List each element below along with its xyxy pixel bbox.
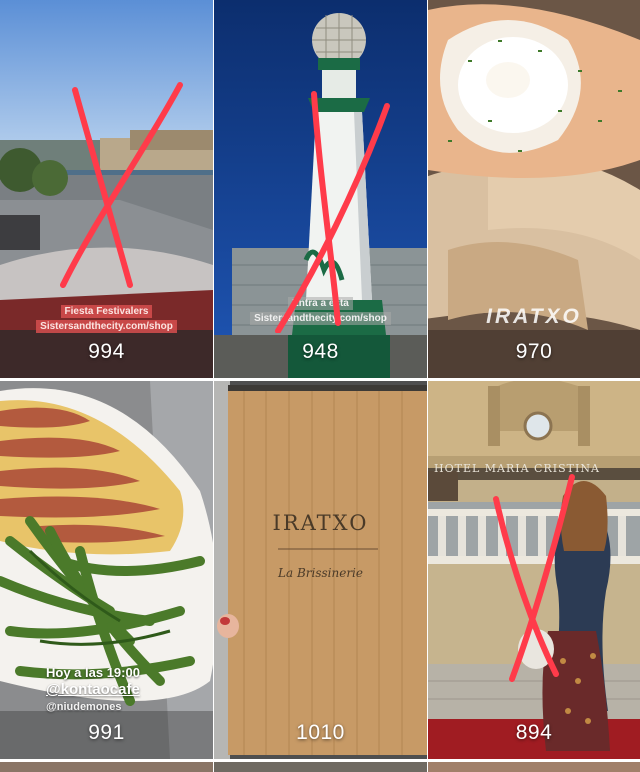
story-mention: @niudemones [46,701,122,713]
view-count: 1010 [296,721,345,744]
hotel-sign: HOTEL MARIA CRISTINA [434,462,600,475]
caption-line: Entra a esta [288,297,353,310]
story-tile-8[interactable] [214,762,427,772]
story-watermark: IRATXO [486,305,582,328]
story-caption-2: Entra a esta Sistersandthecity.com/shop [214,296,427,326]
story-mention: @kontaocafe [46,681,140,698]
view-count: 948 [302,340,339,363]
story-tile-9[interactable] [428,762,640,772]
caption-line: Fiesta Festivalers [60,305,153,318]
story-tile-2[interactable]: Entra a esta Sistersandthecity.com/shop … [214,0,427,378]
story-text-line: Hoy a las 19:00 [46,665,140,680]
story-tile-5[interactable]: IRATXO La Brissinerie 1010 [214,381,427,759]
story-tile-6[interactable]: HOTEL MARIA CRISTINA 894 [428,381,640,759]
view-count: 894 [515,721,553,744]
story-tile-4[interactable]: Hoy a las 19:00 @kontaocafe @niudemones … [0,381,213,759]
view-count: 991 [88,721,125,744]
view-count: 994 [88,340,125,363]
caption-line: Sistersandthecity.com/shop [36,320,177,333]
story-tile-7[interactable] [0,762,213,772]
view-count: 970 [515,340,553,363]
caption-line: Sistersandthecity.com/shop [250,312,391,325]
story-caption-1: Fiesta Festivalers Sistersandthecity.com… [0,304,213,334]
story-thumbnail-6 [428,381,640,759]
stories-grid: Fiesta Festivalers Sistersandthecity.com… [0,0,640,772]
menu-title: IRATXO [272,511,369,535]
story-tile-3[interactable]: IRATXO 970 [428,0,640,378]
menu-subtitle: La Brissinerie [278,566,363,580]
story-tile-1[interactable]: Fiesta Festivalers Sistersandthecity.com… [0,0,213,378]
